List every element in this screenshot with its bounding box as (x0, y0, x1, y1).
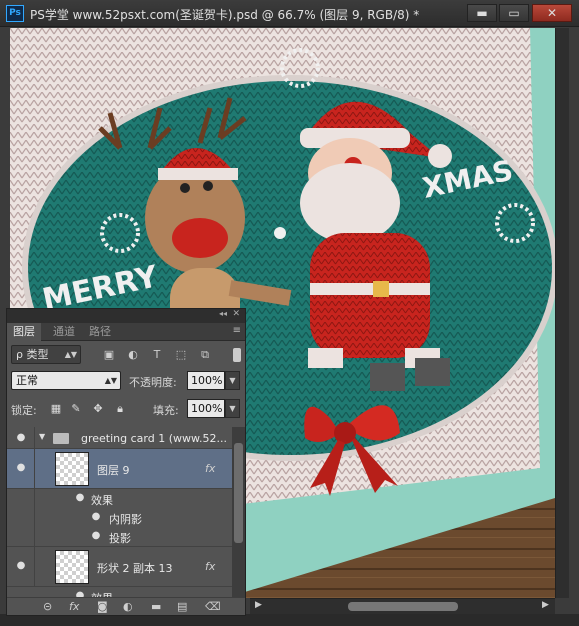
delete-icon[interactable]: ⌫ (205, 600, 221, 613)
blend-row: 正常 ▲▼ 不透明度: 100% ▼ (7, 371, 245, 391)
minimize-button[interactable]: ▬ (467, 4, 497, 22)
expand-triangle-icon[interactable]: ▼ (39, 432, 45, 441)
scroll-right-icon[interactable]: ▶ (542, 600, 549, 610)
tab-channels[interactable]: 通道 (47, 323, 81, 341)
effects-row[interactable]: ● 效果 (7, 587, 232, 597)
layers-scrollbar[interactable] (232, 427, 245, 597)
layer-thumbnail (55, 550, 89, 584)
filter-kind-label: ρ 类型 (16, 348, 49, 361)
smart-object-filter-icon[interactable]: ⧉ (197, 347, 213, 363)
lock-pixels-icon[interactable]: ✎ (69, 402, 83, 416)
eye-icon[interactable]: ● (73, 590, 87, 597)
layer-thumbnail (55, 452, 89, 486)
adjustment-filter-icon[interactable]: ◐ (125, 347, 141, 363)
photoshop-logo-icon: Ps (6, 5, 24, 22)
fill-dropdown[interactable]: ▼ (225, 399, 240, 418)
scroll-left-icon[interactable]: ▶ (255, 600, 262, 610)
lock-row: 锁定: ▦ ✎ ✥ 🔒︎ 填充: 100% ▼ (7, 399, 245, 419)
layers-scroll-thumb[interactable] (234, 443, 243, 543)
canvas-vertical-scrollbar[interactable] (555, 28, 569, 598)
layer-group-row[interactable]: ● ▼ greeting card 1 (www.52... (7, 427, 232, 449)
eye-icon[interactable]: ● (89, 511, 103, 522)
fx-icon[interactable]: fx (205, 462, 215, 475)
drop-shadow-label: 投影 (109, 532, 131, 545)
shape-filter-icon[interactable]: ⬚ (173, 347, 189, 363)
panel-header: ◂◂ ✕ (7, 309, 245, 323)
layer-name: 图层 9 (97, 464, 130, 477)
blend-mode-value: 正常 (16, 374, 38, 387)
fill-input[interactable]: 100% (187, 399, 225, 418)
filter-toggle[interactable] (233, 348, 241, 362)
new-group-icon[interactable]: ▬ (151, 600, 161, 613)
opacity-input[interactable]: 100% (187, 371, 225, 390)
layer-row[interactable]: ● 形状 2 副本 13 fx (7, 547, 232, 587)
adjustment-icon[interactable]: ◐ (123, 600, 133, 613)
layer-name: 形状 2 副本 13 (97, 562, 173, 575)
inner-shadow-row[interactable]: ● 内阴影 (7, 508, 232, 527)
visibility-column (7, 508, 35, 527)
canvas-horizontal-scrollbar[interactable]: ▶ ▶ (250, 598, 555, 614)
add-style-fx-icon[interactable]: fx (69, 600, 79, 613)
chevron-down-icon: ▲▼ (104, 376, 117, 385)
layers-panel: ◂◂ ✕ 图层 通道 路径 ≡ ρ 类型 ▲▼ ▣ ◐ T ⬚ ⧉ 正常 ▲▼ … (6, 308, 246, 616)
eye-icon[interactable]: ● (73, 492, 87, 503)
add-mask-icon[interactable]: ◙ (97, 600, 108, 613)
panel-footer: ⊝ fx ◙ ◐ ▬ ▤ ⌫ (7, 597, 245, 615)
effects-label: 效果 (91, 494, 113, 507)
eye-icon[interactable]: ● (89, 530, 103, 541)
chevron-down-icon: ▲▼ (64, 350, 77, 359)
collapse-panel-icon[interactable]: ◂◂ (219, 309, 227, 318)
lock-transparency-icon[interactable]: ▦ (49, 402, 63, 416)
effects-label: 效果 (91, 590, 113, 597)
visibility-column (7, 527, 35, 546)
eye-icon[interactable]: ● (14, 432, 28, 443)
tab-layers[interactable]: 图层 (7, 323, 41, 341)
lock-label: 锁定: (11, 404, 37, 417)
folder-icon (53, 433, 69, 444)
visibility-column (7, 489, 35, 508)
group-name: greeting card 1 (www.52... (81, 432, 227, 445)
close-window-button[interactable]: ✕ (532, 4, 572, 22)
title-bar: Ps PS学堂 www.52psxt.com(圣诞贺卡).psd @ 66.7%… (0, 0, 579, 27)
effects-row[interactable]: ● 效果 (7, 489, 232, 508)
horizontal-scroll-thumb[interactable] (348, 602, 458, 611)
fill-label: 填充: (153, 404, 179, 417)
inner-shadow-label: 内阴影 (109, 513, 142, 526)
opacity-dropdown[interactable]: ▼ (225, 371, 240, 390)
filter-row: ρ 类型 ▲▼ ▣ ◐ T ⬚ ⧉ (7, 345, 245, 365)
link-layers-icon[interactable]: ⊝ (43, 600, 52, 613)
filter-kind-select[interactable]: ρ 类型 ▲▼ (11, 345, 81, 364)
panel-menu-icon[interactable]: ≡ (233, 325, 241, 336)
lock-all-icon[interactable]: 🔒︎ (113, 402, 127, 416)
new-layer-icon[interactable]: ▤ (177, 600, 187, 613)
eye-icon[interactable]: ● (14, 462, 28, 473)
fx-icon[interactable]: fx (205, 560, 215, 573)
opacity-label: 不透明度: (129, 376, 177, 389)
close-panel-icon[interactable]: ✕ (232, 309, 240, 319)
maximize-button[interactable]: ▭ (499, 4, 529, 22)
image-filter-icon[interactable]: ▣ (101, 347, 117, 363)
layers-list: ● ▼ greeting card 1 (www.52... ● 图层 9 fx… (7, 427, 232, 597)
type-filter-icon[interactable]: T (149, 347, 165, 363)
lock-position-icon[interactable]: ✥ (91, 402, 105, 416)
tab-paths[interactable]: 路径 (83, 323, 117, 341)
layer-row-selected[interactable]: ● 图层 9 fx (7, 449, 232, 489)
drop-shadow-row[interactable]: ● 投影 (7, 527, 232, 547)
blend-mode-select[interactable]: 正常 ▲▼ (11, 371, 121, 390)
panel-tabs: 图层 通道 路径 ≡ (7, 323, 245, 341)
document-title: PS学堂 www.52psxt.com(圣诞贺卡).psd @ 66.7% (图… (30, 8, 420, 22)
eye-icon[interactable]: ● (14, 560, 28, 571)
